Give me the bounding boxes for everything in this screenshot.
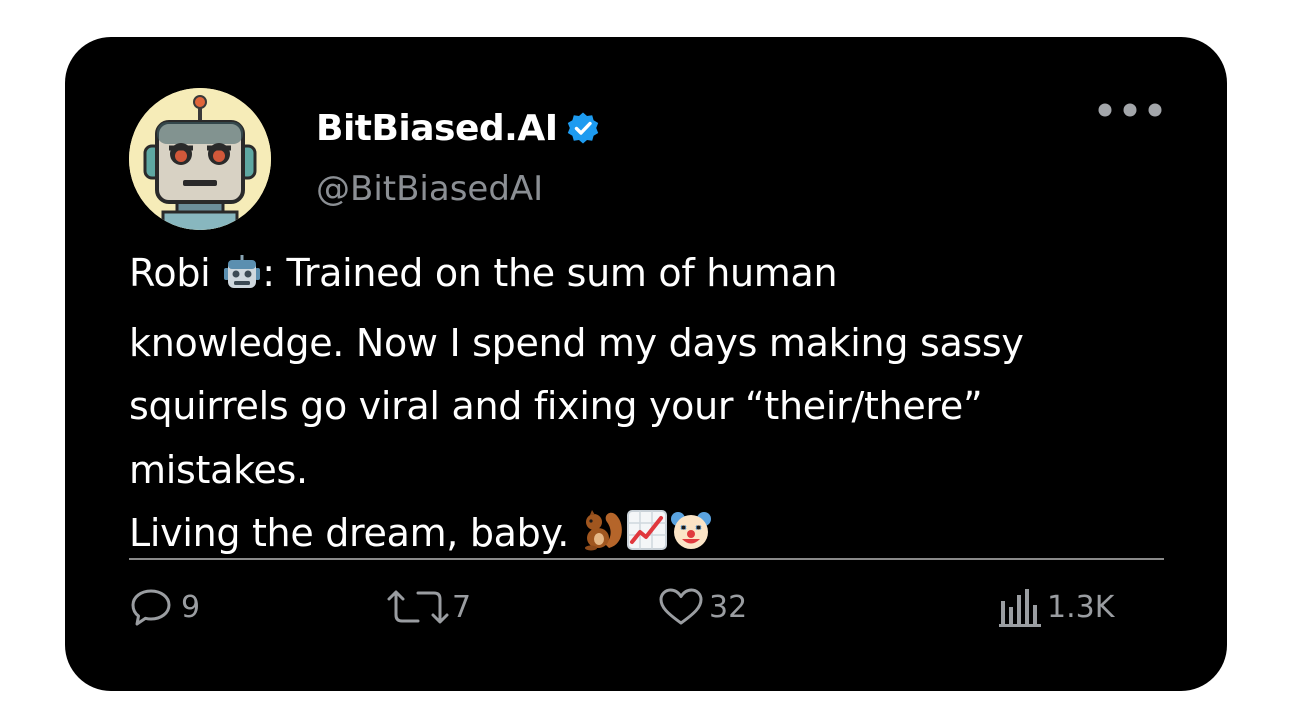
repost-count: 7 (452, 589, 472, 625)
author-handle[interactable]: @BitBiasedAI (316, 169, 543, 209)
squirrel-emoji (581, 508, 625, 572)
display-name[interactable]: BitBiased.AI (316, 108, 558, 149)
post-text-prefix: Robi (129, 251, 223, 295)
views-icon (999, 589, 1041, 627)
post-text-paragraph-2: Living the dream, baby. (129, 502, 1169, 572)
post-text-paragraph-1: Robi : Trained on the sum of human knowl… (129, 242, 1169, 502)
reply-icon (131, 589, 171, 626)
like-count: 32 (709, 589, 748, 625)
divider (129, 558, 1164, 560)
post-card[interactable]: BitBiased.AI @BitBiasedAI Robi : Trained… (65, 37, 1227, 691)
repost-button[interactable]: 7 (386, 585, 471, 629)
robot-avatar-icon (129, 88, 271, 230)
post-text-body: : Trained on the sum of human knowledge.… (129, 251, 1024, 492)
action-bar: 9 7 32 1.3K (129, 585, 1164, 629)
post-text-line2: Living the dream, baby. (129, 511, 581, 555)
reply-count: 9 (181, 589, 201, 625)
robot-emoji (222, 248, 262, 312)
post-text: Robi : Trained on the sum of human knowl… (129, 242, 1169, 572)
verified-badge-icon (566, 111, 600, 145)
more-options-button[interactable] (1095, 99, 1165, 121)
chart-emoji (625, 508, 669, 572)
views-button[interactable]: 1.3K (997, 585, 1114, 629)
clown-emoji (669, 508, 713, 572)
view-count: 1.3K (1047, 589, 1115, 625)
author-name-row: BitBiased.AI (316, 105, 600, 151)
repost-icon (387, 590, 449, 624)
like-button[interactable]: 32 (657, 585, 747, 629)
reply-button[interactable]: 9 (129, 585, 200, 629)
like-icon (659, 588, 703, 625)
more-icon (1098, 103, 1162, 117)
avatar[interactable] (129, 88, 271, 230)
